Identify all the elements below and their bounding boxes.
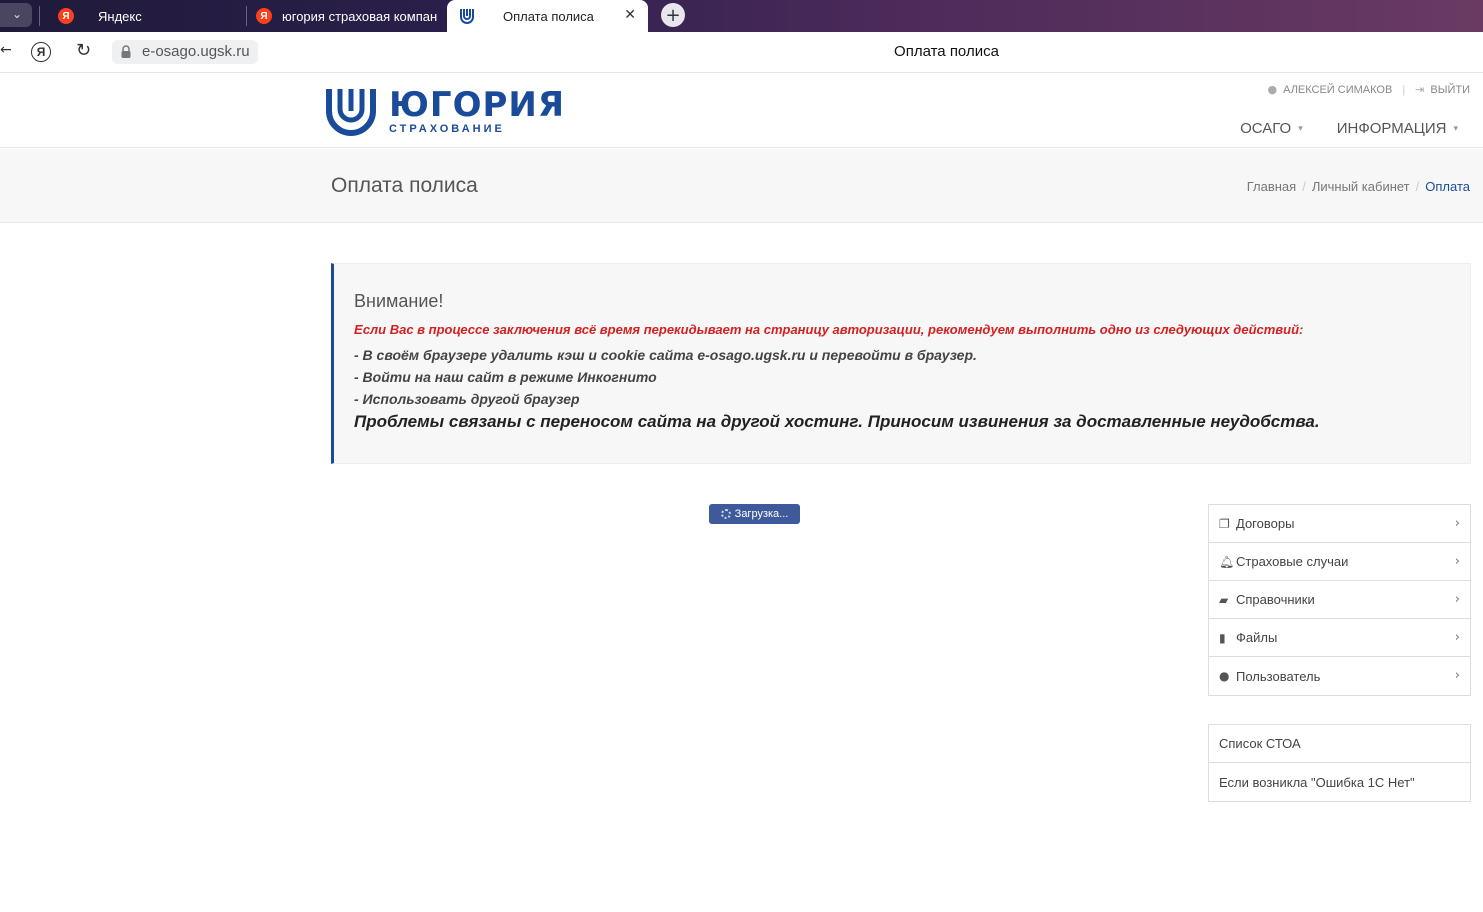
sidebar-item-claims[interactable]: 🔔︎ Страховые случаи › — [1209, 543, 1470, 581]
loading-label: Загрузка... — [734, 508, 789, 520]
breadcrumb-current: Оплата — [1425, 179, 1470, 194]
sidebar-menu: ❐ Договоры › 🔔︎ Страховые случаи › ▰ Спр… — [1208, 504, 1471, 696]
tab-list-button[interactable]: ⌄ — [0, 3, 32, 27]
sidebar-item-user[interactable]: ● Пользователь › — [1209, 657, 1470, 695]
notice-warning: Если Вас в процессе заключения всё время… — [354, 322, 1304, 337]
folder-open-icon: ▰ — [1219, 592, 1229, 607]
logo[interactable]: ЮГОРИЯ СТРАХОВАНИЕ — [325, 86, 565, 136]
attention-notice: Внимание! Если Вас в процессе заключения… — [331, 263, 1471, 464]
ugoria-logo-icon — [326, 89, 376, 136]
brand-name: ЮГОРИЯ — [389, 84, 566, 125]
divider: | — [1402, 83, 1406, 96]
sidebar-item-label: Файлы — [1236, 630, 1278, 645]
breadcrumb-home[interactable]: Главная — [1247, 179, 1296, 194]
page-title-band: Оплата полиса Главная / Личный кабинет /… — [0, 149, 1483, 223]
notice-heading: Внимание! — [354, 291, 444, 311]
nav-item-osago[interactable]: ОСАГО ▾ — [1240, 120, 1303, 137]
copy-icon: ❐ — [1219, 516, 1230, 531]
sidebar-link-stoa[interactable]: Список СТОА — [1209, 725, 1470, 763]
logout-icon: ⇥ — [1415, 83, 1425, 96]
breadcrumb: Главная / Личный кабинет / Оплата — [1247, 179, 1470, 194]
sidebar-link-label: Если возникла "Ошибка 1С Нет" — [1219, 774, 1415, 790]
yandex-icon: Я — [58, 8, 74, 24]
browser-tab-yandex[interactable]: Я Яндекс — [56, 0, 246, 32]
breadcrumb-separator: / — [1415, 179, 1420, 194]
nav-item-information[interactable]: ИНФОРМАЦИЯ ▾ — [1337, 120, 1458, 137]
tab-separator — [246, 6, 247, 26]
spinner-icon — [720, 509, 731, 519]
tab-separator — [39, 6, 40, 26]
breadcrumb-cabinet[interactable]: Личный кабинет — [1312, 179, 1410, 194]
tab-title: Оплата полиса — [503, 8, 594, 24]
address-bar-row: ← Я ↻ e-osago.ugsk.ru Оплата полиса — [0, 32, 1483, 73]
page-title: Оплата полиса — [331, 174, 478, 197]
sidebar-link-label: Список СТОА — [1219, 736, 1301, 751]
logout-link[interactable]: ВЫЙТИ — [1430, 84, 1470, 96]
user-name-link[interactable]: АЛЕКСЕЙ СИМАКОВ — [1283, 84, 1392, 96]
chevron-down-icon: ▾ — [1298, 123, 1303, 134]
sidebar-item-references[interactable]: ▰ Справочники › — [1209, 581, 1470, 619]
sidebar-item-contracts[interactable]: ❐ Договоры › — [1209, 505, 1470, 543]
ugoria-icon — [460, 9, 474, 24]
file-icon: ▮ — [1219, 630, 1226, 645]
breadcrumb-separator: / — [1302, 179, 1306, 194]
browser-tab-ugoria-search[interactable]: Я югория страховая компания — [256, 0, 446, 32]
close-icon[interactable]: ✕ — [624, 7, 636, 23]
bell-icon: 🔔︎ — [1219, 554, 1235, 569]
sidebar-item-label: Договоры — [1236, 516, 1295, 531]
site-header: ЮГОРИЯ СТРАХОВАНИЕ ● АЛЕКСЕЙ СИМАКОВ | ⇥… — [0, 73, 1483, 148]
sidebar-item-label: Страховые случаи — [1236, 554, 1349, 569]
chevron-right-icon: › — [1454, 668, 1460, 683]
chevron-right-icon: › — [1454, 630, 1460, 645]
page-title-bar: Оплата полиса — [894, 43, 999, 60]
yandex-icon: Я — [256, 8, 272, 24]
notice-step: - В своём браузере удалить кэш и cookie … — [354, 347, 977, 363]
new-tab-button[interactable]: + — [661, 3, 685, 27]
user-icon: ● — [1219, 669, 1230, 683]
chevron-right-icon: › — [1454, 592, 1460, 607]
loading-indicator: Загрузка... — [709, 504, 800, 524]
user-bar: ● АЛЕКСЕЙ СИМАКОВ | ⇥ ВЫЙТИ — [1268, 83, 1471, 96]
chevron-down-icon: ▾ — [1453, 123, 1458, 134]
notice-apology: Проблемы связаны с переносом сайта на др… — [354, 412, 1320, 431]
notice-step: - Войти на наш сайт в режиме Инкогнито — [354, 369, 657, 385]
main-nav: ОСАГО ▾ ИНФОРМАЦИЯ ▾ — [1240, 120, 1458, 137]
sidebar-item-label: Справочники — [1236, 592, 1315, 607]
chevron-right-icon: › — [1454, 554, 1460, 569]
sidebar-item-label: Пользователь — [1236, 668, 1321, 684]
sidebar-links: Список СТОА Если возникла "Ошибка 1С Нет… — [1208, 724, 1471, 802]
tab-title: югория страховая компания — [282, 8, 437, 24]
user-icon: ● — [1267, 83, 1278, 96]
browser-tab-strip: ⌄ Я Яндекс Я югория страховая компания О… — [0, 0, 1483, 32]
sidebar-link-1c-error[interactable]: Если возникла "Ошибка 1С Нет" — [1209, 763, 1470, 801]
sidebar-item-files[interactable]: ▮ Файлы › — [1209, 619, 1470, 657]
nav-label: ОСАГО — [1240, 120, 1292, 137]
tab-title: Яндекс — [98, 8, 142, 24]
nav-label: ИНФОРМАЦИЯ — [1336, 120, 1447, 137]
chevron-down-icon: ⌄ — [12, 7, 23, 21]
browser-tab-active[interactable]: Оплата полиса ✕ — [447, 0, 648, 32]
notice-step: - Использовать другой браузер — [354, 391, 580, 407]
chevron-right-icon: › — [1454, 516, 1460, 531]
